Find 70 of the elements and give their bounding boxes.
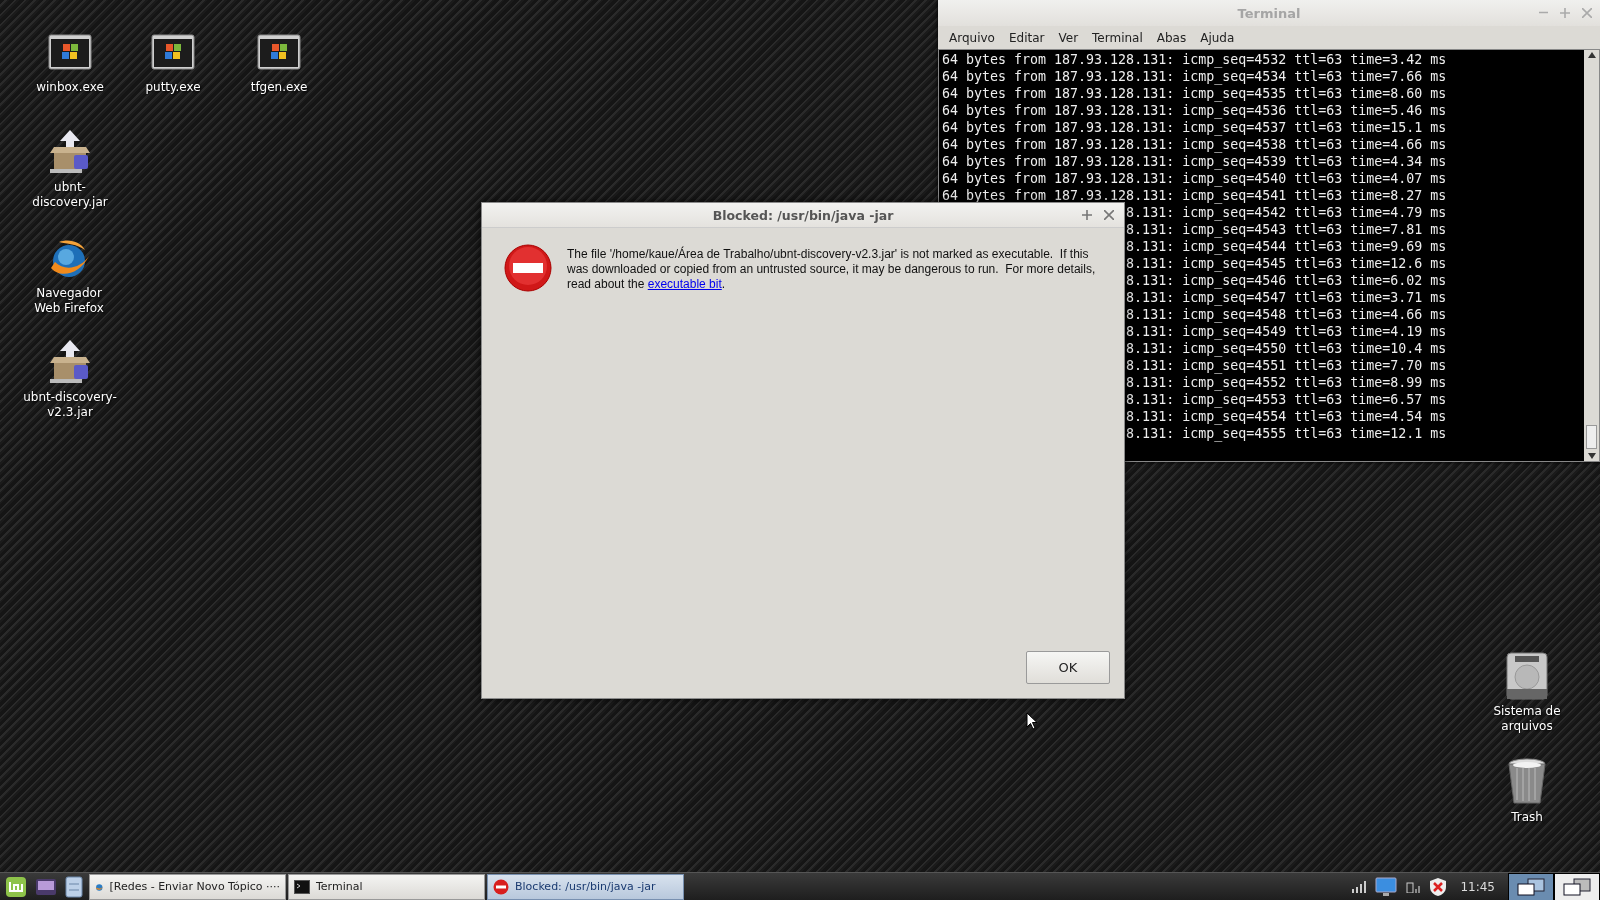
maximize-icon[interactable]	[1082, 210, 1092, 220]
menu-item[interactable]: Ver	[1051, 30, 1086, 45]
icon-label[interactable]: putty.exe	[145, 80, 201, 95]
icon-label[interactable]: Trash	[1511, 810, 1543, 825]
terminal-line: 8.131: icmp_seq=4551 ttl=63 time=7.70 ms	[1126, 358, 1447, 373]
application-window-icon	[48, 34, 92, 70]
monitor-icon[interactable]	[1375, 876, 1398, 897]
application-window-icon	[151, 34, 195, 70]
terminal-line: 64 bytes from 187.93.128.131: icmp_seq=4535 ttl=63 time=8.60 ms	[942, 86, 1447, 101]
application-window-icon	[257, 34, 301, 70]
terminal-line: 8.131: icmp_seq=4548 ttl=63 time=4.66 ms	[1126, 307, 1447, 322]
terminal-line: 8.131: icmp_seq=4542 ttl=63 time=4.79 ms	[1126, 205, 1447, 220]
stop-icon	[504, 244, 552, 292]
terminal-line: 8.131: icmp_seq=4543 ttl=63 time=7.81 ms	[1126, 222, 1447, 237]
shield-icon[interactable]	[1429, 876, 1448, 897]
executable-bit-link[interactable]: executable bit	[647, 277, 722, 291]
icon-label[interactable]: winbox.exe	[36, 80, 104, 95]
terminal-line: 8.131: icmp_seq=4554 ttl=63 time=4.54 ms	[1126, 409, 1447, 424]
ok-button[interactable]: OK	[1026, 651, 1110, 684]
menu-item[interactable]: Ajuda	[1193, 30, 1242, 45]
stop-icon	[493, 878, 509, 895]
close-icon[interactable]	[1104, 210, 1114, 220]
scroll-down-icon[interactable]	[1587, 453, 1596, 459]
mint-logo-icon[interactable]	[5, 875, 27, 898]
scrollbar[interactable]	[1584, 50, 1599, 461]
terminal-icon	[294, 879, 310, 894]
terminal-line: 64 bytes from 187.93.128.131: icmp_seq=4532 ttl=63 time=3.42 ms	[942, 52, 1447, 67]
icon-label[interactable]: Sistema de arquivos	[1480, 704, 1574, 734]
taskbar-button[interactable]: Terminal	[288, 873, 485, 900]
menu-item[interactable]: Editar	[1001, 30, 1052, 45]
window-title: Terminal	[1237, 5, 1301, 21]
signal-icon[interactable]	[1352, 880, 1367, 893]
terminal-line: 64 bytes from 187.93.128.131: icmp_seq=4536 ttl=63 time=5.46 ms	[942, 103, 1447, 118]
taskbar-button[interactable]: Blocked: /usr/bin/java -jar	[487, 873, 684, 900]
terminal-line: 64 bytes from 187.93.128.131: icmp_seq=4540 ttl=63 time=4.07 ms	[942, 171, 1447, 186]
terminal-line: 8.131: icmp_seq=4545 ttl=63 time=12.6 ms	[1126, 256, 1447, 271]
media-player-icon[interactable]	[35, 876, 57, 897]
scroll-up-icon[interactable]	[1587, 52, 1596, 58]
icon-label[interactable]: tfgen.exe	[250, 80, 308, 95]
terminal-line: 8.131: icmp_seq=4550 ttl=63 time=10.4 ms	[1126, 341, 1447, 356]
hard-drive-icon	[1505, 651, 1549, 701]
mouse-pointer-icon	[1026, 712, 1037, 730]
terminal-line: 64 bytes from 187.93.128.131: icmp_seq=4534 ttl=63 time=7.66 ms	[942, 69, 1447, 84]
terminal-line: 8.131: icmp_seq=4546 ttl=63 time=6.02 ms	[1126, 273, 1447, 288]
clock[interactable]: 11:45	[1460, 879, 1495, 894]
terminal-line: 64 bytes from 187.93.128.131: icmp_seq=4539 ttl=63 time=4.34 ms	[942, 154, 1447, 169]
menu-item[interactable]: Arquivo	[942, 30, 1002, 45]
battery-icon[interactable]	[1406, 880, 1421, 893]
terminal-line: 8.131: icmp_seq=4555 ttl=63 time=12.1 ms	[1126, 426, 1447, 441]
menu-item[interactable]: Abas	[1149, 30, 1194, 45]
icon-label[interactable]: Navegador Web Firefox	[22, 286, 116, 316]
workspace-button[interactable]	[1554, 872, 1600, 900]
scrollbar-thumb[interactable]	[1586, 425, 1597, 449]
dialog-title: Blocked: /usr/bin/java -jar	[712, 207, 894, 223]
workspace-button[interactable]	[1508, 872, 1554, 900]
taskbar-button[interactable]: [Redes - Enviar Novo Tópico ····	[89, 873, 286, 900]
terminal-line: 8.131: icmp_seq=4552 ttl=63 time=8.99 ms	[1126, 375, 1447, 390]
terminal-line: 8.131: icmp_seq=4544 ttl=63 time=9.69 ms	[1126, 239, 1447, 254]
terminal-line: 8.131: icmp_seq=4549 ttl=63 time=4.19 ms	[1126, 324, 1447, 339]
terminal-line: 8.131: icmp_seq=4553 ttl=63 time=6.57 ms	[1126, 392, 1447, 407]
terminal-line: 64 bytes from 187.93.128.131: icmp_seq=4538 ttl=63 time=4.66 ms	[942, 137, 1447, 152]
icon-label[interactable]: ubnt-discovery.jar	[23, 180, 117, 210]
terminal-line: 64 bytes from 187.93.128.131: icmp_seq=4541 ttl=63 time=8.27 ms	[942, 188, 1447, 203]
terminal-line: 8.131: icmp_seq=4547 ttl=63 time=3.71 ms	[1126, 290, 1447, 305]
file-cabinet-icon[interactable]	[65, 875, 83, 898]
menu-item[interactable]: Terminal	[1085, 30, 1150, 45]
terminal-line: 64 bytes from 187.93.128.131: icmp_seq=4537 ttl=63 time=15.1 ms	[942, 120, 1447, 135]
dialog-message: The file '/home/kaue/Área de Trabalho/ubnt-discovery-v2.3.jar' is not marked as executable. If this was downloaded or copied from an untrusted source, it may be dangerous to run. For more details, read about the executable bit.	[567, 245, 1097, 292]
trash-icon	[1507, 758, 1547, 806]
icon-label[interactable]: ubnt-discovery-v2.3.jar	[23, 390, 117, 420]
